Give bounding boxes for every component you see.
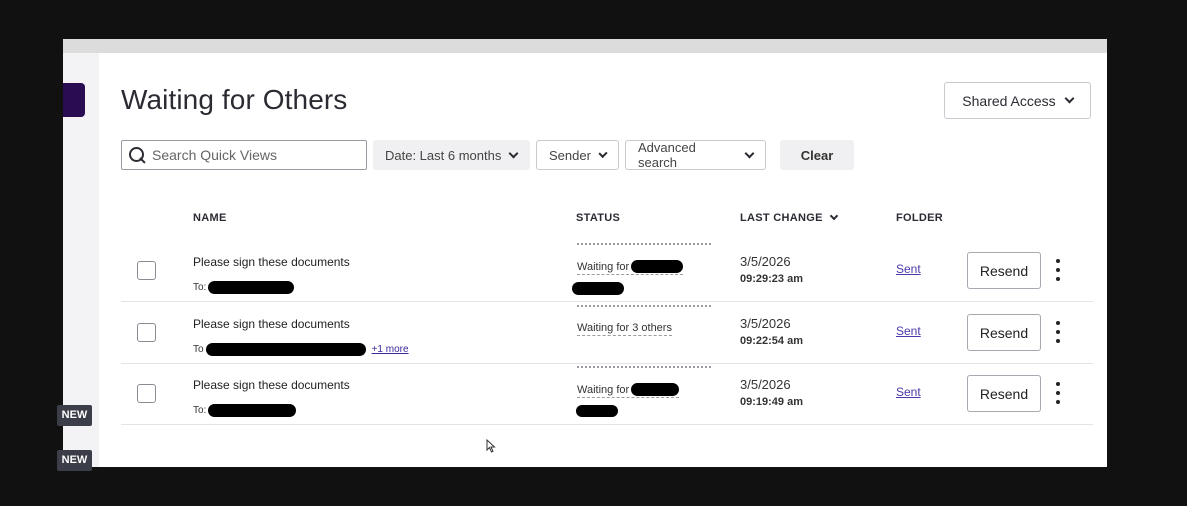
sort-chevron-icon: [829, 211, 838, 221]
signing-progress-bar: [577, 305, 711, 308]
search-box[interactable]: [121, 140, 367, 170]
signing-progress-bar: [577, 366, 711, 369]
date-filter-dropdown[interactable]: Date: Last 6 months: [373, 140, 530, 170]
chevron-down-icon: [598, 148, 608, 158]
redaction-mark: [208, 404, 297, 417]
status-label: Waiting for: [577, 383, 630, 396]
more-options-icon[interactable]: [1053, 259, 1063, 281]
recipients: To:: [193, 281, 295, 294]
more-options-icon[interactable]: [1053, 382, 1063, 404]
status-text[interactable]: Waiting for: [577, 260, 684, 275]
resend-button[interactable]: Resend: [967, 314, 1041, 351]
resend-button[interactable]: Resend: [967, 252, 1041, 289]
redaction-mark: [631, 383, 680, 396]
status-text[interactable]: Waiting for 3 others: [577, 322, 672, 336]
clear-button[interactable]: Clear: [780, 140, 854, 170]
status-label: Waiting for: [577, 260, 630, 273]
chevron-down-icon: [744, 148, 755, 158]
column-header-status[interactable]: STATUS: [576, 212, 620, 224]
envelope-subject[interactable]: Please sign these documents: [193, 378, 350, 392]
advanced-search-dropdown[interactable]: Advanced search: [625, 140, 766, 170]
redaction-mark: [572, 282, 624, 295]
redaction-mark: [208, 281, 295, 294]
folder-link[interactable]: Sent: [896, 324, 921, 338]
last-change-date: 3/5/2026: [740, 316, 791, 331]
page-title: Waiting for Others: [121, 84, 348, 115]
browser-top-strip: [63, 39, 1107, 53]
column-header-last-change-label: LAST CHANGE: [740, 212, 823, 224]
shared-access-label: Shared Access: [962, 92, 1056, 109]
last-change-time: 09:22:54 am: [740, 335, 803, 347]
status-label: Waiting for 3 others: [577, 322, 672, 334]
folder-link[interactable]: Sent: [896, 262, 921, 276]
status-text[interactable]: Waiting for: [577, 383, 680, 398]
sender-filter-dropdown[interactable]: Sender: [536, 140, 619, 170]
rail-active-item[interactable]: [63, 83, 85, 117]
signing-progress-bar: [577, 243, 711, 246]
more-options-icon[interactable]: [1053, 321, 1063, 343]
redaction-mark: [205, 343, 366, 356]
mouse-cursor-icon: [486, 439, 496, 453]
recipients-prefix: To:: [193, 405, 207, 416]
sender-filter-label: Sender: [549, 147, 591, 163]
envelope-subject[interactable]: Please sign these documents: [193, 255, 350, 269]
last-change-time: 09:19:49 am: [740, 396, 803, 408]
resend-button[interactable]: Resend: [967, 375, 1041, 412]
table-row: Please sign these documents To +1 more W…: [121, 302, 1093, 364]
row-checkbox[interactable]: [137, 261, 156, 280]
table-row: Please sign these documents To: Waiting …: [121, 240, 1093, 302]
column-header-folder-label: FOLDER: [896, 212, 944, 224]
last-change-date: 3/5/2026: [740, 377, 791, 392]
table-row: Please sign these documents To: Waiting …: [121, 363, 1093, 425]
envelope-subject[interactable]: Please sign these documents: [193, 317, 350, 331]
redaction-mark: [631, 260, 684, 273]
search-input[interactable]: [152, 147, 352, 163]
column-header-folder[interactable]: FOLDER: [896, 212, 943, 224]
advanced-search-label: Advanced search: [638, 140, 696, 170]
column-header-status-label: STATUS: [576, 212, 621, 224]
search-icon: [128, 146, 146, 164]
recipients: To +1 more: [193, 343, 409, 356]
date-filter-label: Date: Last 6 months: [385, 147, 502, 163]
chevron-down-icon: [508, 148, 519, 158]
more-recipients-link[interactable]: +1 more: [372, 344, 409, 355]
redaction-mark: [576, 405, 618, 417]
column-header-name-label: NAME: [193, 212, 227, 224]
last-change-date: 3/5/2026: [740, 254, 791, 269]
folder-link[interactable]: Sent: [896, 385, 921, 399]
recipients: To:: [193, 404, 297, 417]
row-checkbox[interactable]: [137, 384, 156, 403]
column-header-name[interactable]: NAME: [193, 212, 227, 224]
shared-access-dropdown[interactable]: Shared Access: [944, 82, 1091, 119]
last-change-time: 09:29:23 am: [740, 273, 803, 285]
row-checkbox[interactable]: [137, 323, 156, 342]
column-header-last-change[interactable]: LAST CHANGE: [740, 211, 838, 224]
recipients-prefix: To:: [193, 282, 207, 293]
chevron-down-icon: [1064, 93, 1075, 104]
new-badge: NEW: [57, 405, 92, 426]
new-badge: NEW: [57, 450, 92, 471]
recipients-prefix: To: [193, 344, 204, 355]
